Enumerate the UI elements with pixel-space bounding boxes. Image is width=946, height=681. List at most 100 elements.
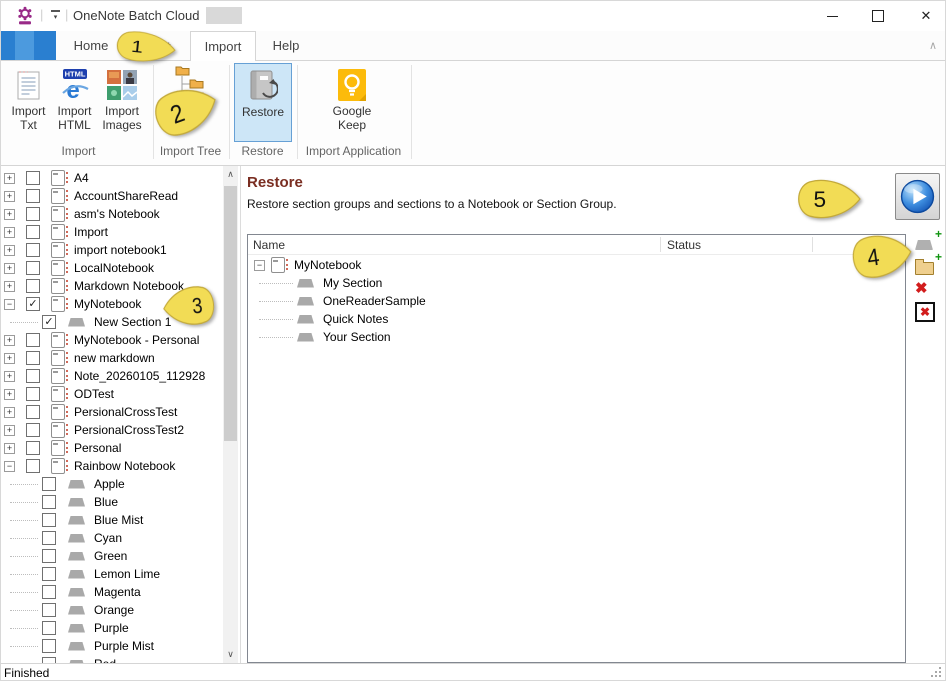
- expand-icon[interactable]: +: [4, 371, 15, 382]
- section-tree-item[interactable]: Orange: [1, 601, 223, 619]
- collapse-icon[interactable]: −: [4, 461, 15, 472]
- checkbox[interactable]: [26, 333, 40, 347]
- collapse-icon[interactable]: −: [4, 299, 15, 310]
- notebook-tree-item[interactable]: +asm's Notebook: [1, 205, 223, 223]
- section-tree-item[interactable]: Your Section: [248, 328, 748, 346]
- notebook-tree-item[interactable]: −MyNotebook: [248, 256, 748, 274]
- delete-all-button[interactable]: ✖: [915, 301, 943, 323]
- import-html-button[interactable]: HTML e Import HTML: [52, 63, 97, 142]
- resize-grip-icon[interactable]: [931, 667, 943, 679]
- notebook-tree-item[interactable]: −Rainbow Notebook: [1, 457, 223, 475]
- section-tree-item[interactable]: Lemon Lime: [1, 565, 223, 583]
- expand-icon[interactable]: +: [4, 245, 15, 256]
- import-images-button[interactable]: Import Images: [98, 63, 146, 142]
- notebook-tree-item[interactable]: +PersionalCrossTest2: [1, 421, 223, 439]
- checkbox[interactable]: [42, 531, 56, 545]
- section-tree-item[interactable]: Magenta: [1, 583, 223, 601]
- checkbox[interactable]: [26, 405, 40, 419]
- notebook-tree-item[interactable]: +Import: [1, 223, 223, 241]
- checkbox[interactable]: [26, 387, 40, 401]
- scrollbar-thumb[interactable]: [224, 186, 237, 441]
- expand-icon[interactable]: +: [4, 227, 15, 238]
- collapse-icon[interactable]: −: [254, 260, 265, 271]
- notebook-tree-item[interactable]: +A4: [1, 169, 223, 187]
- section-tree-item[interactable]: Blue Mist: [1, 511, 223, 529]
- expand-icon[interactable]: +: [4, 263, 15, 274]
- checkbox[interactable]: ✓: [42, 315, 56, 329]
- run-restore-button[interactable]: [895, 173, 940, 220]
- expand-icon[interactable]: +: [4, 335, 15, 346]
- expand-icon[interactable]: +: [4, 353, 15, 364]
- expand-icon[interactable]: +: [4, 443, 15, 454]
- expand-icon[interactable]: +: [4, 191, 15, 202]
- section-tree-item[interactable]: Quick Notes: [248, 310, 748, 328]
- scroll-down-icon[interactable]: ∨: [223, 646, 238, 663]
- notebook-tree-item[interactable]: +Note_20260105_112928: [1, 367, 223, 385]
- notebook-tree-item[interactable]: +new markdown: [1, 349, 223, 367]
- close-button[interactable]: ✕: [910, 1, 942, 31]
- checkbox[interactable]: [26, 261, 40, 275]
- notebook-tree-item[interactable]: +MyNotebook - Personal: [1, 331, 223, 349]
- section-tree-item[interactable]: Purple Mist: [1, 637, 223, 655]
- minimize-button[interactable]: [816, 1, 848, 31]
- checkbox[interactable]: [42, 585, 56, 599]
- restore-listview[interactable]: Name Status −MyNotebookMy SectionOneRead…: [247, 234, 906, 663]
- add-section-group-button[interactable]: +: [915, 255, 943, 277]
- checkbox[interactable]: [42, 495, 56, 509]
- delete-button[interactable]: ✖: [915, 278, 943, 300]
- checkbox[interactable]: [26, 243, 40, 257]
- checkbox[interactable]: [42, 477, 56, 491]
- expand-icon[interactable]: +: [4, 209, 15, 220]
- section-tree-item[interactable]: Green: [1, 547, 223, 565]
- restore-button[interactable]: Restore: [234, 63, 292, 142]
- checkbox[interactable]: [26, 459, 40, 473]
- section-tree-item[interactable]: OneReaderSample: [248, 292, 748, 310]
- checkbox[interactable]: [42, 603, 56, 617]
- tab-help[interactable]: Help: [261, 31, 311, 60]
- notebook-tree-item[interactable]: +PersionalCrossTest: [1, 403, 223, 421]
- file-tab[interactable]: [1, 31, 56, 60]
- checkbox[interactable]: [26, 189, 40, 203]
- notebook-tree-item[interactable]: +LocalNotebook: [1, 259, 223, 277]
- google-keep-button[interactable]: Google Keep: [321, 63, 383, 142]
- checkbox[interactable]: [42, 567, 56, 581]
- column-header-status[interactable]: Status: [667, 238, 701, 252]
- expand-icon[interactable]: +: [4, 425, 15, 436]
- checkbox[interactable]: [26, 207, 40, 221]
- maximize-button[interactable]: [862, 1, 894, 31]
- checkbox[interactable]: [26, 441, 40, 455]
- tab-import[interactable]: Import: [190, 31, 256, 61]
- section-tree-item[interactable]: Blue: [1, 493, 223, 511]
- checkbox[interactable]: [42, 513, 56, 527]
- column-header-name[interactable]: Name: [253, 238, 285, 252]
- import-txt-button[interactable]: Import Txt: [6, 63, 51, 142]
- notebook-tree-item[interactable]: +import notebook1: [1, 241, 223, 259]
- section-tree-item[interactable]: My Section: [248, 274, 748, 292]
- tree-scrollbar[interactable]: ∧ ∨: [223, 166, 238, 663]
- quick-access-dropdown-icon[interactable]: ▾: [49, 10, 62, 21]
- notebook-tree-item[interactable]: +AccountShareRead: [1, 187, 223, 205]
- collapse-ribbon-icon[interactable]: ∧: [929, 39, 937, 52]
- expand-icon[interactable]: +: [4, 389, 15, 400]
- checkbox[interactable]: [26, 225, 40, 239]
- section-tree-item[interactable]: Red: [1, 655, 223, 663]
- section-tree-item[interactable]: Cyan: [1, 529, 223, 547]
- expand-icon[interactable]: +: [4, 173, 15, 184]
- expand-icon[interactable]: +: [4, 281, 15, 292]
- checkbox[interactable]: [42, 639, 56, 653]
- expand-icon[interactable]: +: [4, 407, 15, 418]
- scroll-up-icon[interactable]: ∧: [223, 166, 238, 183]
- checkbox[interactable]: [26, 171, 40, 185]
- checkbox[interactable]: [26, 423, 40, 437]
- checkbox[interactable]: [42, 621, 56, 635]
- checkbox[interactable]: [26, 369, 40, 383]
- section-tree-item[interactable]: Purple: [1, 619, 223, 637]
- section-tree-item[interactable]: Apple: [1, 475, 223, 493]
- column-separator[interactable]: [660, 237, 661, 252]
- checkbox[interactable]: ✓: [26, 297, 40, 311]
- checkbox[interactable]: [26, 279, 40, 293]
- notebook-tree-item[interactable]: +ODTest: [1, 385, 223, 403]
- checkbox[interactable]: [26, 351, 40, 365]
- column-separator[interactable]: [812, 237, 813, 252]
- checkbox[interactable]: [42, 549, 56, 563]
